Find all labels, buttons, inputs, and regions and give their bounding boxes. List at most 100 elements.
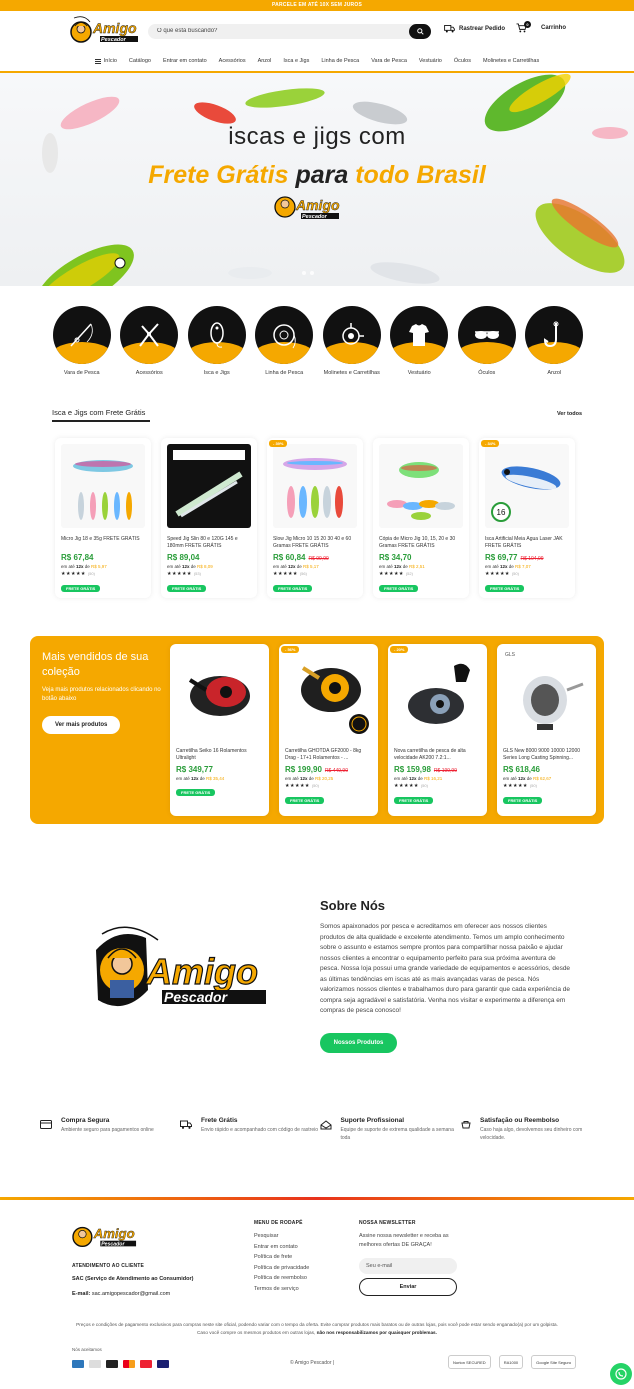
header: Amigo Pescador Rastrear Pedido 0 Carrinh… — [0, 11, 634, 51]
category-acessorios[interactable]: Acessórios — [116, 306, 184, 377]
feature-desc: Caso haja algo, devolvemos seu dinheiro … — [480, 1127, 583, 1141]
free-shipping-badge: FRETE GRÁTIS — [379, 585, 419, 592]
free-shipping-badge: FRETE GRÁTIS — [285, 797, 325, 804]
category-anzol[interactable]: Anzol — [521, 306, 589, 377]
newsletter-submit-button[interactable]: Enviar — [359, 1278, 457, 1296]
discount-badge: - 56% — [281, 646, 300, 653]
carousel-dot[interactable] — [302, 271, 306, 275]
discount-badge: - 20% — [390, 646, 409, 653]
search-button[interactable] — [409, 23, 431, 39]
product-price: R$ 349,77 — [176, 765, 213, 774]
product-image — [285, 650, 372, 740]
search-input[interactable] — [148, 28, 398, 34]
rating-stars: ★★★★★ (50) — [61, 571, 95, 577]
feature-item: Suporte Profissional Equipe de suporte de… — [320, 1117, 460, 1142]
category-vestuario[interactable]: Vestuário — [386, 306, 454, 377]
feature-item: Frete Grátis Envio rápido e acompanhado c… — [180, 1117, 320, 1142]
footer-link-frete[interactable]: Política de frete — [254, 1252, 309, 1263]
footer-menu-col: MENU DE RODAPÉ Pesquisar Entrar em conta… — [254, 1220, 309, 1294]
product-card[interactable]: Cópia de Micro Jig 10, 15, 20 e 30 Grama… — [373, 438, 469, 598]
cart-link[interactable]: 0 Carrinho — [516, 21, 567, 33]
rating-stars: ★★★★★ (50) — [285, 783, 319, 789]
rating-stars: ★★★★★ (53) — [167, 571, 201, 577]
nav-item-inicio[interactable]: Início — [89, 58, 123, 64]
nav-item-oculos[interactable]: Óculos — [448, 58, 477, 64]
product-card[interactable]: - 39% Slow Jig Micro 10 15 20 30 40 e 60… — [267, 438, 363, 598]
product-price: R$ 199,90 R$ 449,90 — [285, 765, 348, 774]
hero-banner[interactable]: Amigo Pescador iscas e jigs com Frete Gr… — [0, 71, 634, 286]
footer-link-contato[interactable]: Entrar em contato — [254, 1242, 309, 1253]
track-order-link[interactable]: Rastrear Pedido — [444, 25, 505, 33]
diners-icon — [89, 1360, 101, 1368]
payment-methods — [72, 1360, 169, 1368]
footer-link-reembolso[interactable]: Política de reembolso — [254, 1273, 309, 1284]
nav-item-vara-pesca[interactable]: Vara de Pesca — [365, 58, 413, 64]
hipercard-icon — [140, 1360, 152, 1368]
reel-icon — [342, 323, 364, 345]
product-carousel: Micro Jig 18 e 35g FRETE GRÁTIS R$ 67,84… — [55, 438, 575, 598]
nav-item-catalogo[interactable]: Catálogo — [123, 58, 157, 64]
product-card[interactable]: Micro Jig 18 e 35g FRETE GRÁTIS R$ 67,84… — [55, 438, 151, 598]
nav-item-vestuario[interactable]: Vestuário — [413, 58, 448, 64]
product-card[interactable]: Carretilha Seiko 16 Rolamentos Ultraligh… — [170, 644, 269, 816]
product-card[interactable]: - 34% 16 Isca Artificial Meia Água Laser… — [479, 438, 575, 598]
category-isca-jigs[interactable]: Isca e Jigs — [183, 306, 251, 377]
category-molinetes[interactable]: Molinetes e Carretilhas — [318, 306, 386, 377]
product-price: R$ 89,04 — [167, 553, 200, 562]
old-price: R$ 449,90 — [324, 768, 348, 774]
nav-item-isca-jigs[interactable]: Isca e Jigs — [277, 58, 315, 64]
nav-item-contato[interactable]: Entrar em contato — [157, 58, 213, 64]
payment-methods-label: Nós aceitamos — [72, 1347, 102, 1352]
product-image: 16 — [485, 444, 569, 528]
whatsapp-button[interactable] — [610, 1363, 632, 1385]
cart-label: Carrinho — [541, 25, 567, 31]
installments: em até 12x de R$ 7,07 — [485, 564, 531, 569]
brand-logo[interactable]: Amigo Pescador — [70, 14, 140, 48]
footer-link-pesquisar[interactable]: Pesquisar — [254, 1231, 309, 1242]
product-card[interactable]: GLS GLS New 8000 9000 10000 12000 Series… — [497, 644, 596, 816]
legal-notice: Preços e condições de pagamento exclusiv… — [76, 1322, 558, 1335]
category-label: Isca e Jigs — [203, 370, 230, 376]
footer-logo[interactable]: Amigo Pescador — [72, 1220, 193, 1257]
product-card[interactable]: Speed Jig Slin 80 e 120G 145 e 180mm FRE… — [161, 438, 257, 598]
our-products-button[interactable]: Nossos Produtos — [320, 1033, 397, 1053]
best-sellers-intro: Mais vendidos de sua coleção Veja mais p… — [42, 650, 162, 734]
newsletter-email-input[interactable]: Seu e-mail — [359, 1258, 457, 1274]
about-logo: Amigo Pescador — [88, 920, 273, 1025]
nav-item-molinetes[interactable]: Molinetes e Carretilhas — [477, 58, 545, 64]
category-label: Linha de Pesca — [265, 370, 304, 376]
rating-stars: ★★★★★ (50) — [503, 783, 537, 789]
category-vara-pesca[interactable]: Vara de Pesca — [48, 306, 116, 377]
category-oculos[interactable]: Óculos — [453, 306, 521, 377]
newsletter-text: Assine nossa newsletter e receba as melh… — [359, 1233, 449, 1248]
nav-item-acessorios[interactable]: Acessórios — [213, 58, 252, 64]
view-all-link[interactable]: Ver todos — [557, 411, 582, 417]
feature-desc: Ambiente seguro para pagamentos online — [61, 1127, 154, 1133]
installments: em até 12x de R$ 35,44 — [176, 776, 225, 781]
carousel-dot[interactable] — [310, 271, 314, 275]
product-price: R$ 60,84 R$ 99,99 — [273, 553, 329, 562]
free-shipping-badge: FRETE GRÁTIS — [61, 585, 101, 592]
footer-link-privacidade[interactable]: Política de privacidade — [254, 1263, 309, 1274]
product-card[interactable]: - 20% Nova carretilha de pesca de alta v… — [388, 644, 487, 816]
see-more-products-button[interactable]: Ver mais produtos — [42, 716, 121, 734]
category-linha-pesca[interactable]: Linha de Pesca — [251, 306, 319, 377]
footer-link-termos[interactable]: Termos de serviço — [254, 1284, 309, 1295]
free-shipping-badge: FRETE GRÁTIS — [394, 797, 434, 804]
review-count: (50) — [87, 571, 95, 576]
truck-icon — [444, 25, 455, 33]
main-nav: Início Catálogo Entrar em contato Acessó… — [0, 51, 634, 71]
lure-icon — [210, 322, 224, 348]
support-icon — [320, 1120, 332, 1130]
cart-count-badge: 0 — [524, 21, 531, 28]
product-image — [273, 444, 357, 528]
footer-heading: MENU DE RODAPÉ — [254, 1220, 303, 1226]
about-section: Amigo Pescador Sobre Nós Somos apaixonad… — [0, 880, 634, 1080]
nav-item-anzol[interactable]: Anzol — [252, 58, 278, 64]
footer-logo-subtext: Pescador — [101, 1241, 125, 1247]
sac-label: SAC (Serviço de Atendimento ao Consumido… — [72, 1276, 194, 1282]
nav-item-linha-pesca[interactable]: Linha de Pesca — [315, 58, 365, 64]
product-card[interactable]: - 56% Carretilha GHOTDA GF2000 - 8kg Dra… — [279, 644, 378, 816]
support-email[interactable]: sac.amigopescador@gmail.com — [92, 1291, 170, 1297]
mastercard-icon — [123, 1360, 135, 1368]
